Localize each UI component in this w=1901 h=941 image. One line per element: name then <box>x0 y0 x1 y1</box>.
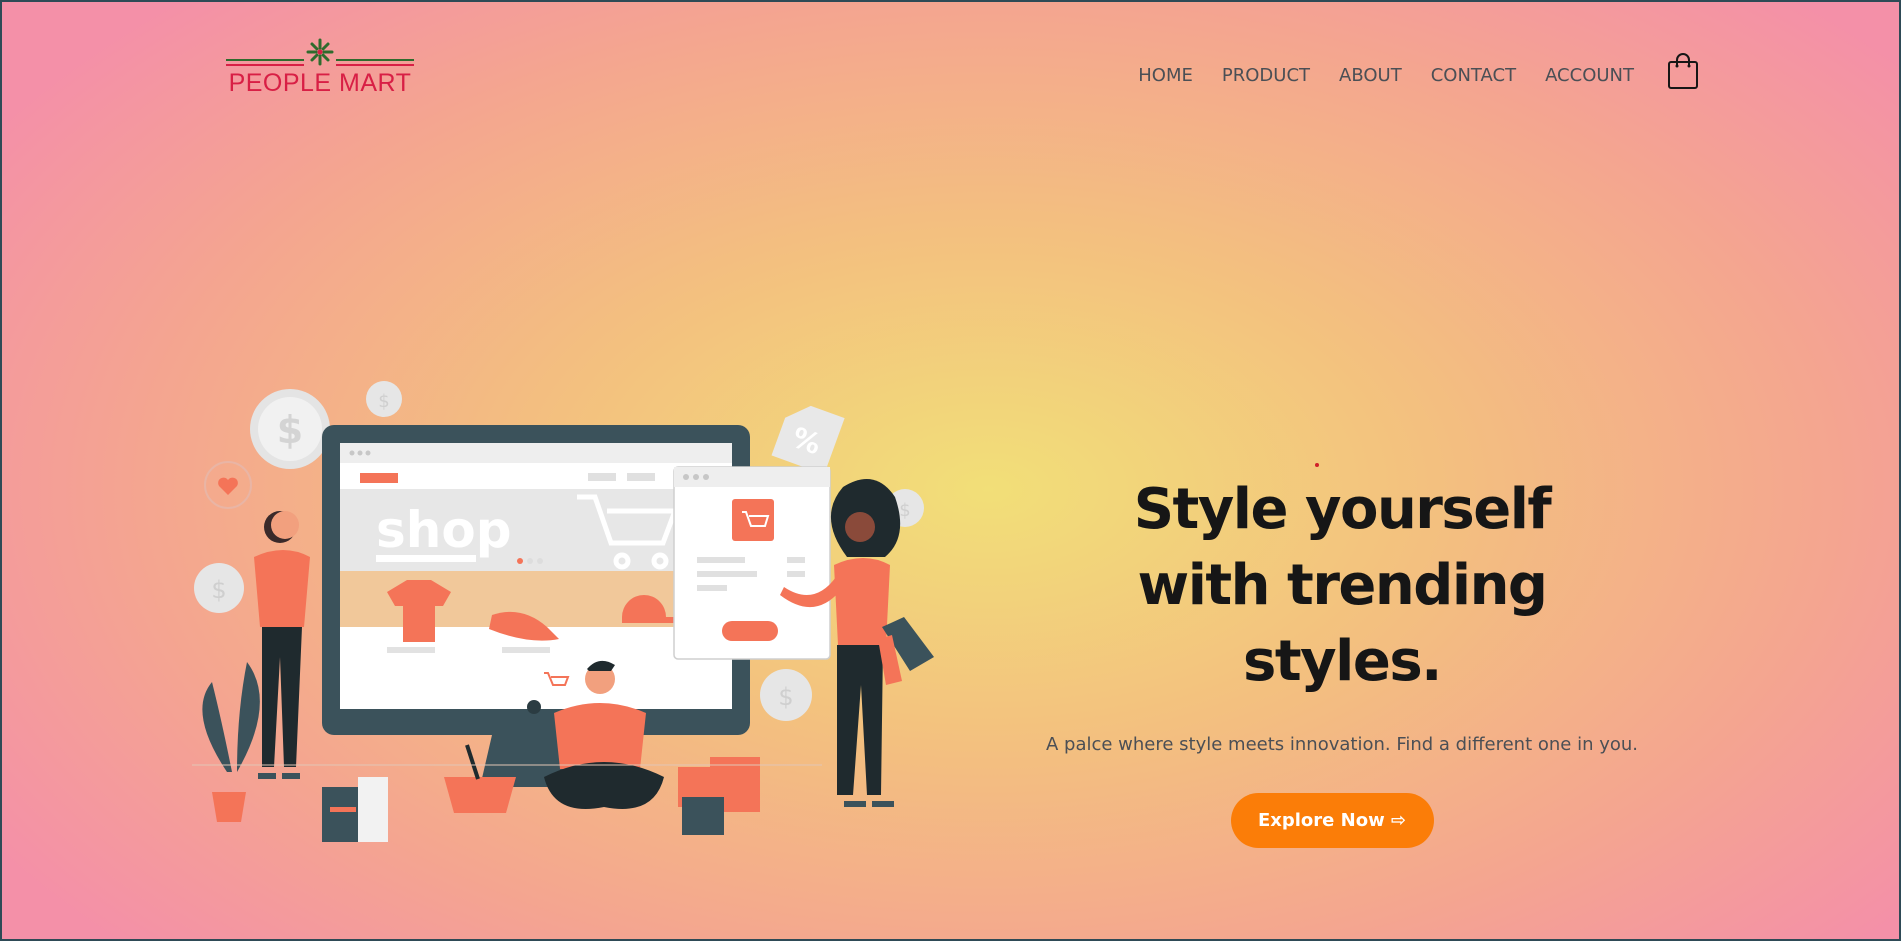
hero-section: Style yourself with trending styles. A p… <box>1042 472 1642 848</box>
nav-account[interactable]: ACCOUNT <box>1545 65 1634 86</box>
nav-contact[interactable]: CONTACT <box>1431 65 1516 86</box>
svg-text:$: $ <box>899 500 910 521</box>
hero-subtitle: A palce where style meets innovation. Fi… <box>1045 734 1638 755</box>
hero-illustration: $ $ $ $ $ % shop <box>182 377 952 852</box>
nav-home[interactable]: HOME <box>1138 65 1193 86</box>
coin-icon: $ <box>250 389 330 469</box>
screen-shop-label: shop <box>376 501 512 559</box>
svg-text:$: $ <box>277 408 303 452</box>
decorative-dot <box>1315 463 1319 467</box>
svg-text:$: $ <box>211 576 226 604</box>
svg-text:$: $ <box>778 683 793 711</box>
hero-title-line2: with trending styles. <box>1137 553 1548 694</box>
hero-title: Style yourself with trending styles. <box>1042 472 1642 700</box>
nav-about[interactable]: ABOUT <box>1339 65 1402 86</box>
nav-product[interactable]: PRODUCT <box>1222 65 1310 86</box>
brand-logo[interactable]: PEOPLE MART <box>224 38 416 96</box>
brand-name: PEOPLE MART <box>228 69 412 97</box>
svg-text:$: $ <box>378 391 389 412</box>
hero-title-line1: Style yourself <box>1133 477 1552 542</box>
explore-now-button[interactable]: Explore Now ⇨ <box>1230 793 1434 848</box>
main-nav: HOME PRODUCT ABOUT CONTACT ACCOUNT <box>1109 53 1700 94</box>
shopping-bag-icon[interactable] <box>1666 52 1700 90</box>
